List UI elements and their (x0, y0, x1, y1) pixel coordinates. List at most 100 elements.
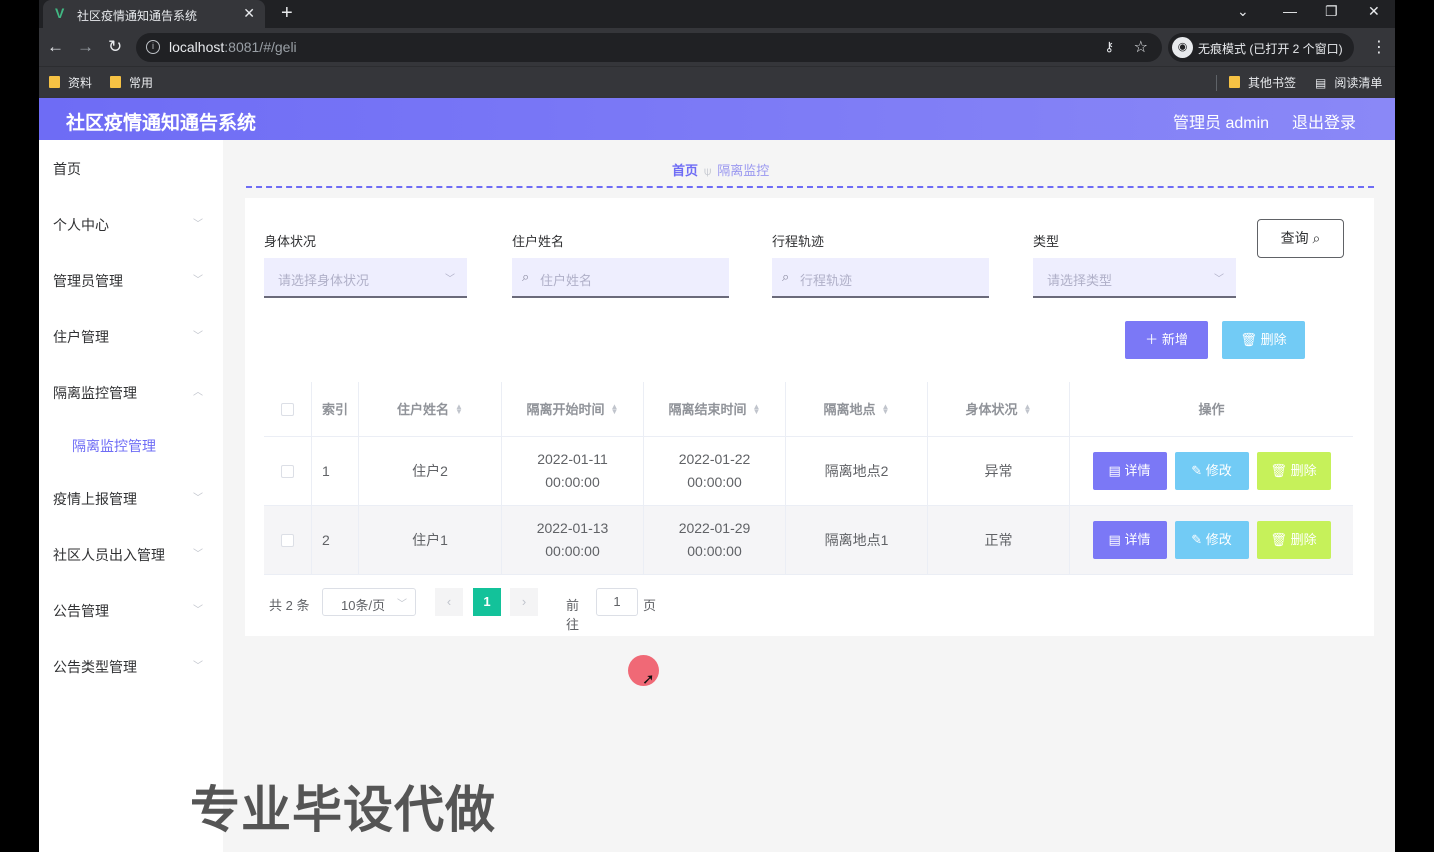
tab-search-icon[interactable]: ⌄ (1237, 3, 1249, 20)
browser-tab[interactable]: V 社区疫情通知通告系统 ✕ (43, 0, 265, 28)
table-row: 2 住户1 2022-01-13 00:00:00 2022-01-29 00:… (264, 506, 1353, 575)
sidebar-subitem-quarantine[interactable]: 隔离监控管理 (39, 420, 223, 470)
add-label: 新增 (1161, 332, 1188, 347)
sort-icon[interactable]: ▲ ▼ (1024, 403, 1032, 416)
track-input[interactable]: ⌕ 行程轨迹 (772, 258, 989, 298)
key-icon[interactable]: ⚷ (1104, 39, 1114, 55)
column-header[interactable]: 身体状况 ▲ ▼ (928, 382, 1070, 436)
health-cell: 异常 (928, 437, 1070, 505)
breadcrumb-home[interactable]: 首页 (672, 163, 698, 178)
trash-icon: 🗑 (1240, 332, 1257, 347)
minimize-icon[interactable]: — (1283, 3, 1297, 19)
breadcrumb-current: 隔离监控 (717, 163, 770, 178)
trash-icon: 🗑 (1270, 532, 1287, 547)
close-tab-icon[interactable]: ✕ (243, 5, 255, 22)
remove-label: 删除 (1290, 463, 1317, 478)
sidebar-item-label: 社区人员出入管理 (53, 547, 165, 563)
sidebar-item-notice-types[interactable]: 公告类型管理 ﹀ (39, 638, 223, 694)
health-cell: 正常 (928, 506, 1070, 574)
detail-button[interactable]: ▤ 详情 (1092, 521, 1167, 559)
detail-button[interactable]: ▤ 详情 (1092, 452, 1167, 490)
breadcrumb: 首页 ⍦ 隔离监控 (672, 160, 769, 179)
search-icon: ⌕ (1312, 230, 1321, 246)
bookmark-star-icon[interactable]: ☆ (1134, 37, 1148, 57)
browser-menu-icon[interactable]: ⋮ (1371, 37, 1387, 57)
track-filter-label: 行程轨迹 (772, 234, 825, 249)
sidebar-item-quarantine[interactable]: 隔离监控管理 ︿ (39, 364, 223, 420)
bookmark-folder-1[interactable]: 资料 (49, 74, 92, 91)
sidebar-item-home[interactable]: 首页 (39, 140, 223, 196)
chevron-down-icon: ﹀ (193, 331, 203, 342)
column-label: 隔离结束时间 (668, 401, 747, 417)
site-info-icon[interactable]: i (146, 40, 160, 54)
bookmark-folder-2[interactable]: 常用 (110, 74, 153, 91)
dashed-divider (246, 186, 1374, 188)
table-header: 索引 住户姓名 ▲ ▼ 隔离开始时间 ▲ ▼ 隔离结束时间 ▲ ▼ 隔离地点 ▲ ▼ 身体状况 ▲… (264, 382, 1353, 437)
plus-icon: ＋ (1145, 332, 1159, 347)
chevron-up-icon: ︿ (193, 387, 203, 398)
incognito-label: 无痕模式 (已打开 2 个窗口) (1198, 42, 1343, 56)
column-header[interactable]: 隔离地点 ▲ ▼ (786, 382, 928, 436)
restore-icon[interactable]: ❐ (1325, 3, 1338, 20)
add-button[interactable]: ＋ 新增 (1125, 321, 1208, 359)
reading-list[interactable]: ▤ 阅读清单 (1315, 74, 1382, 91)
logout-link[interactable]: 退出登录 (1292, 109, 1356, 133)
column-label: 索引 (321, 401, 348, 417)
sidebar-item-label: 住户管理 (53, 329, 109, 345)
prev-page-button[interactable]: ‹ (435, 588, 463, 616)
row-checkbox[interactable] (281, 464, 294, 478)
batch-delete-button[interactable]: 🗑 删除 (1222, 321, 1305, 359)
health-select-placeholder: 请选择身体状况 (278, 273, 370, 288)
sort-icon[interactable]: ▲ ▼ (611, 403, 619, 416)
column-header[interactable]: 隔离结束时间 ▲ ▼ (644, 382, 786, 436)
forward-icon[interactable]: → (77, 37, 94, 57)
reload-icon[interactable]: ↻ (108, 37, 122, 57)
sidebar-item-label: 个人中心 (53, 217, 109, 233)
app-title: 社区疫情通知通告系统 (66, 113, 257, 134)
delete-row-button[interactable]: 🗑 删除 (1256, 452, 1331, 490)
sort-icon[interactable]: ▲ ▼ (455, 403, 463, 416)
delete-row-button[interactable]: 🗑 删除 (1256, 521, 1331, 559)
sidebar-item-admins[interactable]: 管理员管理 ﹀ (39, 252, 223, 308)
sidebar-item-profile[interactable]: 个人中心 ﹀ (39, 196, 223, 252)
back-icon[interactable]: ← (47, 37, 64, 57)
row-checkbox[interactable] (281, 533, 294, 547)
sidebar-item-epidemic-report[interactable]: 疫情上报管理 ﹀ (39, 470, 223, 526)
document-icon: ▤ (1108, 463, 1121, 478)
page-size-select[interactable]: 10条/页 ﹀ (322, 588, 416, 616)
chevron-down-icon: ﹀ (193, 549, 203, 560)
sort-icon[interactable]: ▲ ▼ (882, 403, 890, 416)
delete-label: 删除 (1260, 332, 1287, 347)
column-header[interactable]: 隔离开始时间 ▲ ▼ (502, 382, 644, 436)
sidebar-item-residents[interactable]: 住户管理 ﹀ (39, 308, 223, 364)
health-select[interactable]: 请选择身体状况 ﹀ (264, 258, 467, 298)
column-label: 隔离开始时间 (526, 401, 605, 417)
next-page-button[interactable]: › (510, 588, 538, 616)
chevron-down-icon: ﹀ (193, 605, 203, 616)
sidebar-item-notices[interactable]: 公告管理 ﹀ (39, 582, 223, 638)
goto-suffix: 页 (643, 598, 657, 613)
bookmark-divider (1216, 75, 1217, 91)
other-bookmarks[interactable]: 其他书签 (1229, 74, 1296, 91)
goto-page-input[interactable]: 1 (596, 588, 638, 616)
health-filter-label: 身体状况 (264, 234, 317, 249)
name-filter-label: 住户姓名 (512, 234, 565, 249)
edit-button[interactable]: ✎ 修改 (1174, 521, 1249, 559)
start-time-cell: 2022-01-11 00:00:00 (502, 437, 644, 505)
close-window-icon[interactable]: ✕ (1368, 3, 1380, 20)
bookmark-label: 常用 (129, 76, 154, 90)
type-select[interactable]: 请选择类型 ﹀ (1033, 258, 1236, 298)
page-number[interactable]: 1 (473, 588, 501, 616)
select-all-checkbox[interactable] (281, 402, 294, 416)
new-tab-icon[interactable]: + (281, 2, 293, 25)
sidebar-item-label: 管理员管理 (53, 273, 123, 289)
sort-icon[interactable]: ▲ ▼ (753, 403, 761, 416)
sidebar-item-access[interactable]: 社区人员出入管理 ﹀ (39, 526, 223, 582)
resident-name-input[interactable]: ⌕ 住户姓名 (512, 258, 729, 298)
address-bar[interactable]: i localhost:8081/#/geli ⚷ ☆ (136, 33, 1162, 62)
query-button[interactable]: 查询 ⌕ (1257, 219, 1344, 258)
column-header[interactable]: 住户姓名 ▲ ▼ (359, 382, 502, 436)
edit-button[interactable]: ✎ 修改 (1174, 452, 1249, 490)
incognito-indicator[interactable]: ◉ 无痕模式 (已打开 2 个窗口) (1168, 33, 1354, 62)
operations-cell: ▤ 详情 ✎ 修改 🗑 删除 (1070, 437, 1353, 505)
